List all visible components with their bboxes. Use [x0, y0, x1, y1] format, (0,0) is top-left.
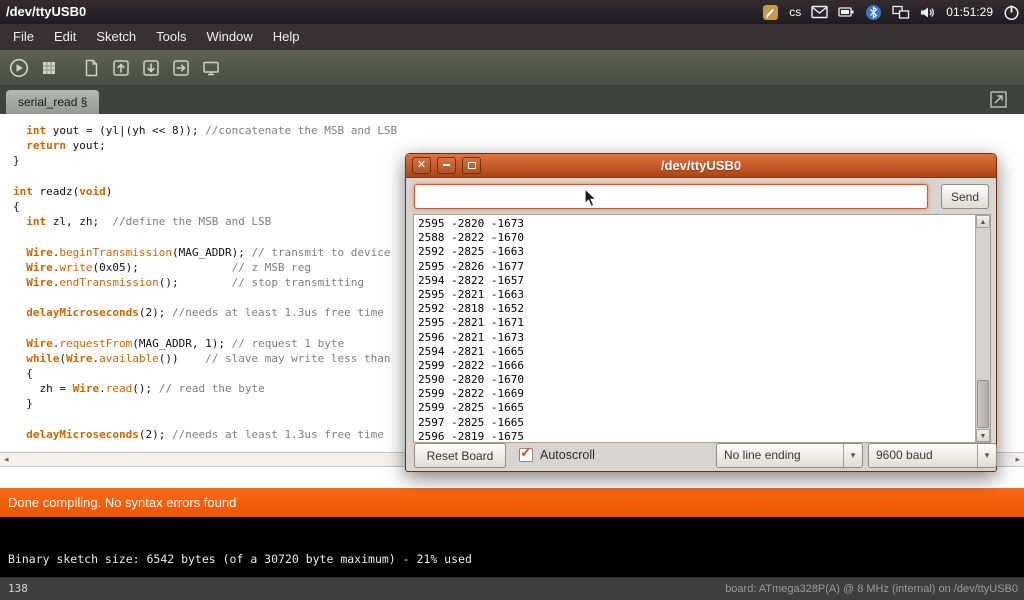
serial-line: 2595 -2820 -1673: [418, 217, 973, 231]
line-number: 138: [8, 578, 28, 600]
serial-line: 2596 -2821 -1673: [418, 331, 973, 345]
serial-monitor-window: ✕ /dev/ttyUSB0 Send 2595 -2820 -16732588…: [405, 153, 997, 472]
chevron-down-icon[interactable]: ▾: [977, 444, 996, 467]
chevron-down-icon[interactable]: ▾: [843, 444, 862, 467]
battery-icon[interactable]: [838, 5, 855, 19]
volume-icon[interactable]: [920, 5, 936, 20]
serial-line: 2588 -2822 -1670: [418, 231, 973, 245]
serial-line: 2597 -2825 -1665: [418, 416, 973, 430]
console-line: Binary sketch size: 6542 bytes (of a 307…: [8, 552, 472, 566]
send-button[interactable]: Send: [941, 184, 989, 209]
maximize-button[interactable]: [462, 157, 481, 174]
clock[interactable]: 01:51:29: [946, 5, 993, 19]
status-message: Done compiling. No syntax errors found: [8, 495, 236, 510]
minimize-button[interactable]: [437, 157, 456, 174]
serial-line: 2590 -2820 -1670: [418, 373, 973, 387]
autoscroll-checkbox[interactable]: ✓: [519, 448, 533, 462]
serial-line: 2595 -2821 -1671: [418, 316, 973, 330]
upload-button[interactable]: [167, 54, 194, 81]
line-ending-value: No line ending: [724, 444, 801, 467]
panel-window-title: /dev/ttyUSB0: [6, 0, 86, 24]
serial-monitor-toolbar-button[interactable]: [197, 54, 224, 81]
verify-button[interactable]: [5, 54, 32, 81]
vertical-scrollbar[interactable]: ▲ ▼: [975, 215, 990, 442]
menu-tools[interactable]: Tools: [146, 24, 196, 50]
scroll-up-arrow[interactable]: ▲: [976, 215, 990, 228]
session-icon[interactable]: [1003, 4, 1020, 21]
mail-icon[interactable]: [811, 5, 828, 19]
menu-window[interactable]: Window: [196, 24, 262, 50]
save-sketch-button[interactable]: [137, 54, 164, 81]
menu-edit[interactable]: Edit: [44, 24, 86, 50]
system-tray: cs 01:51:29: [762, 0, 1020, 24]
mouse-cursor: [584, 188, 599, 209]
menu-sketch[interactable]: Sketch: [86, 24, 146, 50]
serial-line: 2599 -2822 -1666: [418, 359, 973, 373]
serial-monitor-controls: Reset Board ✓ Autoscroll No line ending …: [406, 440, 996, 471]
status-bar: Done compiling. No syntax errors found: [0, 488, 1024, 517]
scrollbar-thumb[interactable]: [977, 380, 989, 428]
serial-monitor-button[interactable]: [990, 91, 1007, 108]
scroll-right-arrow[interactable]: ▸: [1015, 453, 1020, 466]
baud-rate-select[interactable]: 9600 baud ▾: [868, 443, 997, 468]
serial-line: 2595 -2821 -1663: [418, 288, 973, 302]
checkmark-icon: ✓: [520, 444, 532, 461]
edit-icon[interactable]: [762, 4, 779, 21]
toolbar: [0, 50, 1024, 86]
baud-rate-value: 9600 baud: [876, 444, 933, 467]
serial-line: 2594 -2822 -1657: [418, 274, 973, 288]
menu-help[interactable]: Help: [263, 24, 310, 50]
open-sketch-button[interactable]: [107, 54, 134, 81]
tab-serial-read[interactable]: serial_read §: [6, 90, 99, 114]
menubar: File Edit Sketch Tools Window Help: [0, 24, 1024, 50]
new-sketch-button[interactable]: [77, 54, 104, 81]
tab-bar: serial_read §: [0, 86, 1024, 114]
menu-file[interactable]: File: [3, 24, 44, 50]
console-output[interactable]: Binary sketch size: 6542 bytes (of a 307…: [0, 517, 1024, 577]
serial-output-lines: 2595 -2820 -16732588 -2822 -16702592 -28…: [418, 217, 973, 442]
serial-line: 2595 -2826 -1677: [418, 260, 973, 274]
window-controls: ✕: [412, 157, 481, 174]
close-button[interactable]: ✕: [412, 157, 431, 174]
serial-line: 2599 -2825 -1665: [418, 401, 973, 415]
serial-input[interactable]: [414, 184, 928, 209]
reset-board-button[interactable]: Reset Board: [414, 443, 506, 468]
keyboard-layout-indicator[interactable]: cs: [789, 5, 801, 19]
serial-monitor-titlebar[interactable]: ✕ /dev/ttyUSB0: [406, 154, 996, 178]
footer-status-bar: 138 board: ATmega328P(A) @ 8 MHz (intern…: [0, 577, 1024, 600]
network-icon[interactable]: [892, 5, 910, 20]
code-line: int yout = (yl|(yh << 8)); //concatenate…: [13, 123, 1024, 138]
serial-output[interactable]: 2595 -2820 -16732588 -2822 -16702592 -28…: [413, 214, 991, 443]
top-panel: /dev/ttyUSB0 cs 01:51:29: [0, 0, 1024, 24]
serial-line: 2594 -2821 -1665: [418, 345, 973, 359]
serial-line: 2599 -2822 -1669: [418, 387, 973, 401]
autoscroll-label: Autoscroll: [540, 440, 595, 471]
scroll-left-arrow[interactable]: ◂: [4, 453, 9, 466]
serial-monitor-title: /dev/ttyUSB0: [406, 154, 996, 178]
serial-line: 2592 -2825 -1663: [418, 245, 973, 259]
serial-line: 2592 -2818 -1652: [418, 302, 973, 316]
board-info: board: ATmega328P(A) @ 8 MHz (internal) …: [725, 578, 1018, 600]
bluetooth-icon[interactable]: [865, 4, 882, 21]
stop-button[interactable]: [35, 54, 62, 81]
line-ending-select[interactable]: No line ending ▾: [716, 443, 863, 468]
code-line: return yout;: [13, 138, 1024, 153]
